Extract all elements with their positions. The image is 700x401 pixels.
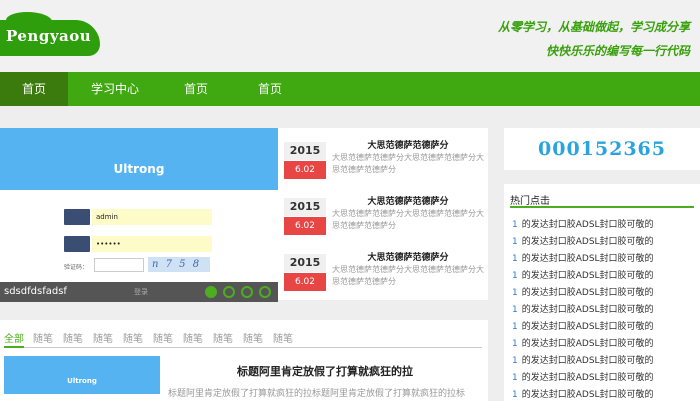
slogan-line-2: 快快乐乐的编写每一行代码 xyxy=(545,44,690,58)
tab-essay[interactable]: 随笔 xyxy=(273,330,293,345)
hot-item-rank: 1 xyxy=(512,339,518,349)
tab-essay[interactable]: 随笔 xyxy=(183,330,203,345)
hot-item-rank: 1 xyxy=(512,373,518,383)
main-nav: 首页 学习中心 首页 首页 xyxy=(0,72,700,106)
hot-item-rank: 1 xyxy=(512,322,518,332)
hot-list-item[interactable]: 1 的发达封口胶ADSL封口胶可敬的 xyxy=(512,303,698,317)
hot-list-item[interactable]: 1 的发达封口胶ADSL封口胶可敬的 xyxy=(512,269,698,283)
username-field: admin xyxy=(92,209,212,225)
news-date-day: 6.02 xyxy=(284,273,326,291)
news-desc: 大思范德萨范德萨分大思范德萨范德萨分大思范德萨范德萨分 xyxy=(332,265,484,286)
password-field: •••••• xyxy=(92,236,212,252)
hot-clicks-title: 热门点击 xyxy=(510,196,550,207)
captcha-image: n 7 5 8 xyxy=(148,257,210,272)
hot-clicks-panel: 热门点击 1 的发达封口胶ADSL封口胶可敬的 1 的发达封口胶ADSL封口胶可敬的… xyxy=(504,184,700,401)
hot-list-item[interactable]: 1 的发达封口胶ADSL封口胶可敬的 xyxy=(512,320,698,334)
hot-item-text[interactable]: 的发达封口胶ADSL封口胶可敬的 xyxy=(522,305,654,315)
news-date-year: 2015 xyxy=(284,254,326,272)
hot-item-rank: 1 xyxy=(512,254,518,264)
news-date-year: 2015 xyxy=(284,142,326,160)
news-date-day: 6.02 xyxy=(284,217,326,235)
visit-counter: 000152365 xyxy=(538,138,666,160)
hot-item-text[interactable]: 的发达封口胶ADSL封口胶可敬的 xyxy=(522,390,654,400)
nav-item-home[interactable]: 首页 xyxy=(0,72,68,106)
news-item[interactable]: 2015 6.02 大思范德萨范德萨分 大思范德萨范德萨分大思范德萨范德萨分大思… xyxy=(278,128,488,182)
hot-list-item[interactable]: 1 的发达封口胶ADSL封口胶可敬的 xyxy=(512,371,698,385)
hot-list-item[interactable]: 1 的发达封口胶ADSL封口胶可敬的 xyxy=(512,337,698,351)
hot-item-text[interactable]: 的发达封口胶ADSL封口胶可敬的 xyxy=(522,288,654,298)
tab-essay[interactable]: 随笔 xyxy=(33,330,53,345)
captcha-field xyxy=(94,258,144,272)
article-title[interactable]: 标题阿里肯定放假了打算就疯狂的拉 xyxy=(168,363,482,379)
lock-icon xyxy=(64,236,90,252)
user-icon xyxy=(64,209,90,225)
slider-brand: Ultrong xyxy=(113,162,165,176)
nav-item-home-2[interactable]: 首页 xyxy=(166,72,226,106)
hot-item-rank: 1 xyxy=(512,220,518,230)
slogan-line-1: 从零学习，从基础做起，学习成分享 xyxy=(497,20,690,34)
slider-dot-1[interactable] xyxy=(205,286,217,298)
site-logo[interactable]: Pengyaou xyxy=(6,27,91,45)
tab-active-indicator xyxy=(4,346,24,348)
tab-essay[interactable]: 随笔 xyxy=(153,330,173,345)
slider-dot-2[interactable] xyxy=(223,286,235,298)
captcha-label: 验证码： xyxy=(64,264,89,271)
hot-item-rank: 1 xyxy=(512,271,518,281)
site-header xyxy=(0,0,700,72)
hot-item-text[interactable]: 的发达封口胶ADSL封口胶可敬的 xyxy=(522,237,654,247)
hot-item-rank: 1 xyxy=(512,356,518,366)
hot-list-item[interactable]: 1 的发达封口胶ADSL封口胶可敬的 xyxy=(512,388,698,401)
hot-item-text[interactable]: 的发达封口胶ADSL封口胶可敬的 xyxy=(522,322,654,332)
hot-list-item[interactable]: 1 的发达封口胶ADSL封口胶可敬的 xyxy=(512,218,698,232)
tab-all[interactable]: 全部 xyxy=(4,330,24,345)
slider-dot-4[interactable] xyxy=(259,286,271,298)
hot-list-item[interactable]: 1 的发达封口胶ADSL封口胶可敬的 xyxy=(512,235,698,249)
slider-caption: sdsdfdsfadsf xyxy=(4,286,67,297)
visit-counter-box: 000152365 xyxy=(504,128,700,170)
hot-item-rank: 1 xyxy=(512,288,518,298)
tab-essay[interactable]: 随笔 xyxy=(123,330,143,345)
news-desc: 大思范德萨范德萨分大思范德萨范德萨分大思范德萨范德萨分 xyxy=(332,209,484,230)
tab-essay[interactable]: 随笔 xyxy=(243,330,263,345)
hot-item-text[interactable]: 的发达封口胶ADSL封口胶可敬的 xyxy=(522,356,654,366)
news-item[interactable]: 2015 6.02 大思范德萨范德萨分 大思范德萨范德萨分大思范德萨范德萨分大思… xyxy=(278,184,488,238)
news-list: 2015 6.02 大思范德萨范德萨分 大思范德萨范德萨分大思范德萨范德萨分大思… xyxy=(278,128,488,300)
hot-list-item[interactable]: 1 的发达封口胶ADSL封口胶可敬的 xyxy=(512,286,698,300)
article-thumbnail[interactable]: Ultrong xyxy=(4,356,160,394)
hot-item-text[interactable]: 的发达封口胶ADSL封口胶可敬的 xyxy=(522,254,654,264)
hot-item-text[interactable]: 的发达封口胶ADSL封口胶可敬的 xyxy=(522,373,654,383)
news-date-day: 6.02 xyxy=(284,161,326,179)
slider-dot-3[interactable] xyxy=(241,286,253,298)
hot-list-item[interactable]: 1 的发达封口胶ADSL封口胶可敬的 xyxy=(512,252,698,266)
tab-essay[interactable]: 随笔 xyxy=(63,330,83,345)
nav-item-learning-center[interactable]: 学习中心 xyxy=(80,72,150,106)
news-date-year: 2015 xyxy=(284,198,326,216)
news-title[interactable]: 大思范德萨范德萨分 xyxy=(332,138,484,151)
hot-item-text[interactable]: 的发达封口胶ADSL封口胶可敬的 xyxy=(522,271,654,281)
hot-item-rank: 1 xyxy=(512,237,518,247)
hot-item-rank: 1 xyxy=(512,305,518,315)
news-title[interactable]: 大思范德萨范德萨分 xyxy=(332,194,484,207)
login-button: 登录 xyxy=(134,288,148,296)
hot-item-rank: 1 xyxy=(512,390,518,400)
tab-divider xyxy=(4,347,482,348)
nav-item-home-3[interactable]: 首页 xyxy=(240,72,300,106)
hot-list-item[interactable]: 1 的发达封口胶ADSL封口胶可敬的 xyxy=(512,354,698,368)
hot-item-text[interactable]: 的发达封口胶ADSL封口胶可敬的 xyxy=(522,220,654,230)
hot-item-text[interactable]: 的发达封口胶ADSL封口胶可敬的 xyxy=(522,339,654,349)
tab-essay[interactable]: 随笔 xyxy=(213,330,233,345)
article-desc: 标题阿里肯定放假了打算就疯狂的拉标题阿里肯定放假了打算就疯狂的拉标 xyxy=(168,389,466,399)
news-title[interactable]: 大思范德萨范德萨分 xyxy=(332,250,484,263)
hot-clicks-underline xyxy=(510,206,694,208)
news-desc: 大思范德萨范德萨分大思范德萨范德萨分大思范德萨范德萨分 xyxy=(332,153,484,174)
tab-essay[interactable]: 随笔 xyxy=(93,330,113,345)
news-item[interactable]: 2015 6.02 大思范德萨范德萨分 大思范德萨范德萨分大思范德萨范德萨分大思… xyxy=(278,240,488,294)
